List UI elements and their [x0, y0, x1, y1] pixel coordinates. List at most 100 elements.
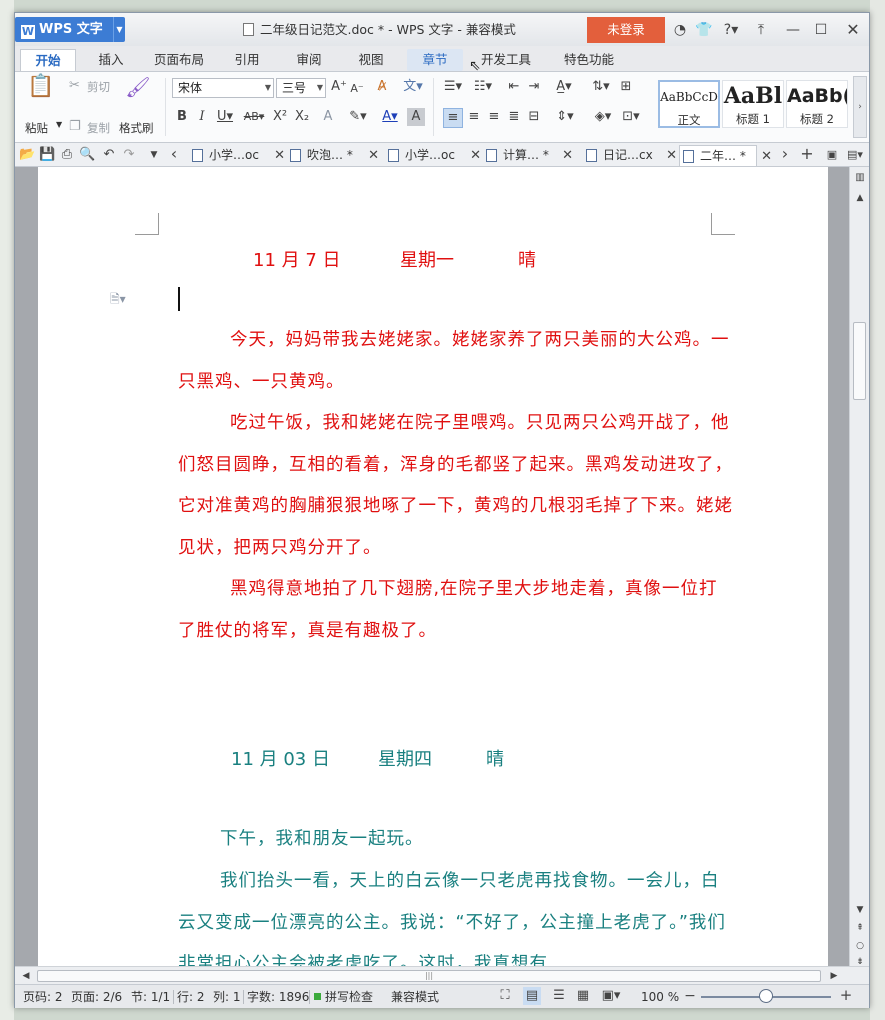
redo-icon[interactable]: ↷ [121, 146, 137, 164]
style-heading-1[interactable]: AaBl 标题 1 [722, 80, 784, 128]
doc-tab[interactable]: 计算… * ✕ [483, 145, 573, 166]
justify-icon[interactable]: ≣ [505, 108, 523, 126]
close-tab-icon[interactable]: ✕ [562, 145, 573, 166]
line-spacing-icon[interactable]: ⇕▾ [551, 108, 579, 126]
doc-tab[interactable]: 吹泡… * ✕ [287, 145, 379, 166]
maximize-icon[interactable]: ☐ [811, 20, 831, 40]
clear-format-icon[interactable]: A̷ [373, 78, 391, 96]
phonetic-guide-icon[interactable]: 文▾ [399, 78, 427, 96]
scroll-down-icon[interactable]: ▼ [853, 901, 867, 919]
format-painter-button[interactable]: 格式刷 [119, 120, 154, 136]
sort-icon[interactable]: ⇅▾ [589, 78, 613, 96]
copy-icon[interactable]: ❐ [69, 118, 81, 136]
skin-icon[interactable]: 👕 [694, 20, 714, 40]
cut-button[interactable]: 剪切 [87, 79, 110, 95]
undo-icon[interactable]: ↶ [101, 146, 117, 164]
previous-page-icon[interactable]: ⇞ [853, 919, 867, 937]
web-view-icon[interactable]: ▦ [575, 987, 591, 1005]
text-direction-icon[interactable]: A̲▾ [549, 78, 579, 96]
subscript-icon[interactable]: X₂ [293, 108, 311, 126]
feedback-icon[interactable]: ◔ [670, 20, 690, 40]
vertical-scrollbar[interactable]: ▥ ▲ ▼ ⇞ ○ ⇟ [849, 167, 869, 967]
quick-access-menu-icon[interactable]: ▼ [147, 146, 161, 164]
collapse-ribbon-icon[interactable]: ⤒ [751, 20, 771, 40]
print-preview-icon[interactable]: 🔍 [79, 146, 95, 164]
bold-icon[interactable]: B [175, 108, 189, 126]
tab-insert[interactable]: 插入 [87, 49, 135, 71]
status-spell-check[interactable]: 拼写检查 [325, 986, 373, 1008]
increase-indent-icon[interactable]: ⇥ [525, 78, 543, 96]
open-folder-icon[interactable]: 📂 [19, 146, 35, 164]
tab-view[interactable]: 视图 [347, 49, 395, 71]
style-heading-2[interactable]: AaBb(标题 2 [786, 80, 848, 128]
close-icon[interactable]: ✕ [843, 20, 863, 40]
login-button[interactable]: 未登录 [587, 17, 665, 43]
bullets-icon[interactable]: ☰▾ [439, 78, 467, 96]
wps-app-menu-button[interactable]: W WPS 文字 ▼ [15, 17, 125, 42]
tab-chapter[interactable]: 章节 [407, 49, 463, 71]
format-painter-icon[interactable]: 🖌 [125, 77, 151, 97]
char-shading-icon[interactable]: A [407, 108, 425, 126]
doc-tab[interactable]: 小学…oc ✕ [385, 145, 481, 166]
horizontal-scrollbar[interactable]: ◀ ||| ▶ [15, 966, 869, 984]
page-view-icon[interactable]: ▤ [523, 987, 541, 1005]
doc-tab[interactable]: 小学…oc ✕ [189, 145, 285, 166]
underline-icon[interactable]: U▾ [213, 108, 237, 126]
numbering-icon[interactable]: ☷▾ [469, 78, 497, 96]
copy-button[interactable]: 复制 [87, 120, 110, 136]
doc-tab-active[interactable]: 二年… * ✕ [679, 145, 772, 166]
align-left-icon[interactable]: ≡ [443, 108, 463, 128]
close-tab-icon[interactable]: ✕ [368, 145, 379, 166]
reading-mode-icon[interactable]: ▣▾ [599, 987, 623, 1005]
doc-tab[interactable]: 日记…cx ✕ [583, 145, 677, 166]
tab-page-layout[interactable]: 页面布局 [145, 49, 213, 71]
outline-view-icon[interactable]: ☰ [551, 987, 567, 1005]
tab-menu-icon[interactable]: ▤▾ [847, 146, 863, 164]
tab-list-icon[interactable]: ▣ [825, 146, 839, 164]
decrease-indent-icon[interactable]: ⇤ [505, 78, 523, 96]
font-name-select[interactable]: 宋体 ▼ [172, 78, 274, 98]
status-pages[interactable]: 页面: 2/6 [71, 986, 122, 1008]
borders-icon[interactable]: ⊡▾ [619, 108, 643, 126]
distributed-align-icon[interactable]: ⊟ [525, 108, 543, 126]
paste-button[interactable]: 粘贴 [25, 120, 48, 136]
highlight-icon[interactable]: ✎▾ [345, 108, 371, 126]
tabs-scroll-right-icon[interactable]: › [778, 145, 792, 163]
save-icon[interactable]: 💾 [39, 146, 55, 164]
close-tab-icon[interactable]: ✕ [274, 145, 285, 166]
scroll-right-icon[interactable]: ▶ [827, 967, 841, 985]
font-size-select[interactable]: 三号 ▼ [276, 78, 326, 98]
scroll-left-icon[interactable]: ◀ [19, 967, 33, 985]
grow-font-icon[interactable]: A⁺ [331, 78, 347, 96]
align-right-icon[interactable]: ≡ [485, 108, 503, 126]
close-tab-icon[interactable]: ✕ [761, 146, 772, 167]
font-color-icon[interactable]: A▾ [377, 108, 403, 126]
cut-icon[interactable]: ✂ [69, 77, 80, 95]
paragraph-shading-icon[interactable]: ◈▾ [589, 108, 617, 126]
tab-review[interactable]: 审阅 [285, 49, 333, 71]
horizontal-scroll-thumb[interactable]: ||| [37, 970, 821, 982]
vertical-scroll-thumb[interactable] [853, 322, 866, 400]
minimize-icon[interactable]: — [783, 20, 803, 40]
tab-special-features[interactable]: 特色功能 [549, 49, 629, 71]
zoom-out-icon[interactable]: − [683, 987, 697, 1005]
table-icon[interactable]: ⊞ [617, 78, 635, 96]
full-screen-view-icon[interactable]: ⛶ [497, 987, 513, 1005]
chevron-down-icon[interactable]: ▼ [56, 120, 62, 129]
tab-references[interactable]: 引用 [223, 49, 271, 71]
paste-icon[interactable]: 📋 [26, 76, 56, 98]
document-page[interactable]: 11 月 7 日 星期一 晴 🗎▾ 今天，妈妈带我去姥姥家。姥姥家养了两只美丽的… [38, 167, 828, 966]
new-tab-icon[interactable]: + [799, 145, 815, 163]
style-normal[interactable]: AaBbCcD 正文 [658, 80, 720, 128]
superscript-icon[interactable]: X² [271, 108, 289, 126]
print-icon[interactable]: ⎙ [59, 146, 75, 164]
close-tab-icon[interactable]: ✕ [666, 145, 677, 166]
styles-scroll-button[interactable]: › [853, 76, 867, 138]
close-tab-icon[interactable]: ✕ [470, 145, 481, 166]
shrink-font-icon[interactable]: A⁻ [349, 80, 365, 98]
tab-home[interactable]: 开始 [20, 49, 76, 71]
italic-icon[interactable]: I [195, 108, 209, 126]
tab-developer-tools[interactable]: 开发工具 [471, 49, 541, 71]
split-window-icon[interactable]: ▥ [853, 169, 867, 187]
status-zoom-level[interactable]: 100 % [641, 986, 679, 1008]
